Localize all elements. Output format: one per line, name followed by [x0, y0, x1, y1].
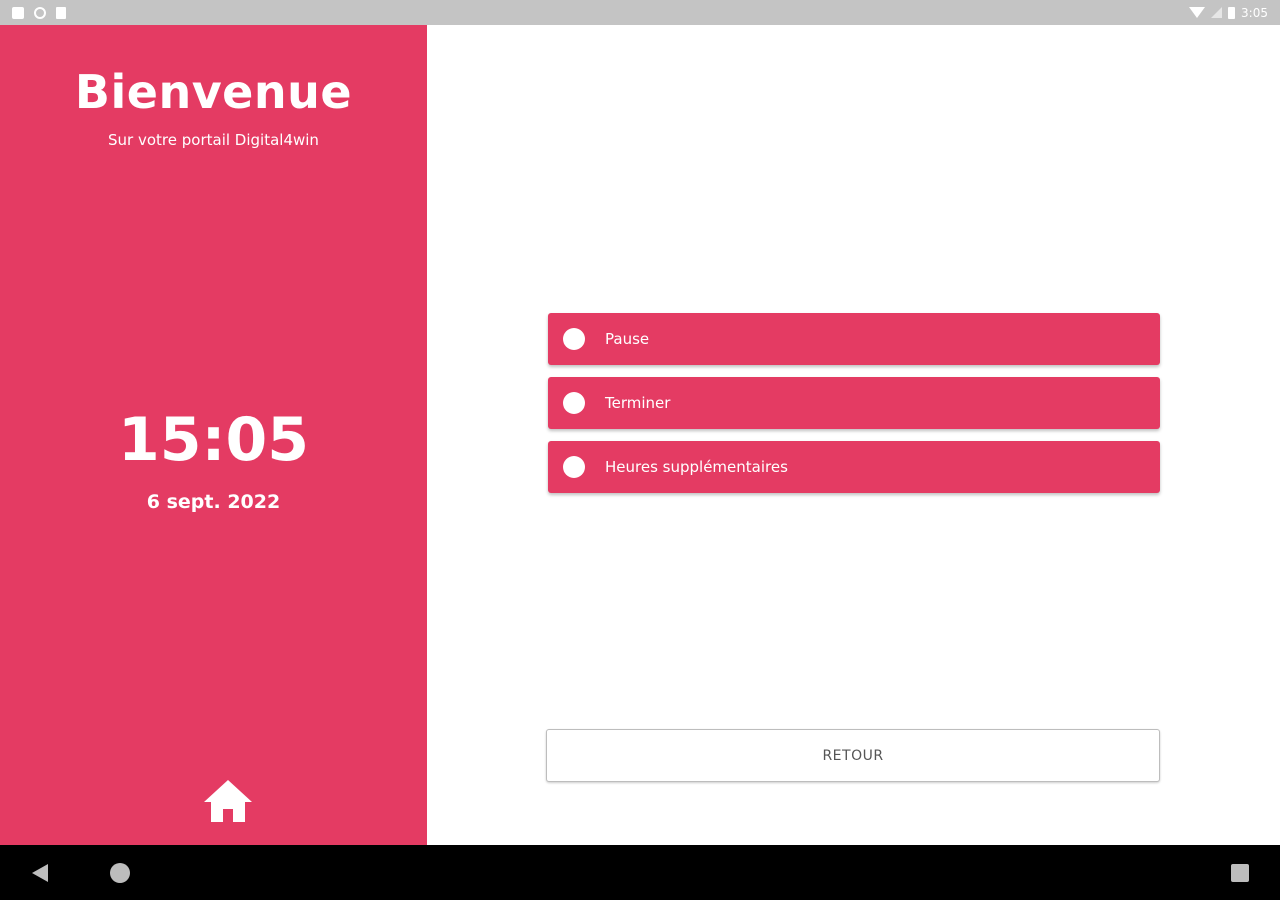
home-icon — [204, 780, 252, 822]
option-terminer[interactable]: Terminer — [548, 377, 1160, 429]
notification-circle-icon — [34, 6, 46, 19]
welcome-subtitle: Sur votre portail Digital4win — [108, 131, 319, 149]
home-button[interactable] — [202, 777, 254, 825]
navigation-bar — [0, 845, 1280, 900]
status-time: 3:05 — [1241, 5, 1268, 20]
radio-circle-icon — [563, 456, 585, 478]
back-icon[interactable] — [32, 864, 48, 882]
option-label: Pause — [605, 330, 650, 348]
status-bar: 3:05 — [0, 0, 1280, 25]
wifi-icon — [1189, 7, 1206, 18]
option-pause[interactable]: Pause — [548, 313, 1160, 365]
radio-circle-icon — [563, 328, 585, 350]
battery-icon — [1228, 6, 1236, 19]
welcome-panel: Bienvenue Sur votre portail Digital4win … — [0, 25, 427, 845]
date-display: 6 sept. 2022 — [146, 491, 281, 513]
retour-button[interactable]: RETOUR — [546, 729, 1160, 782]
signal-icon — [1211, 7, 1223, 18]
notification-sd-card-icon — [56, 6, 66, 19]
clock-display: 15:05 — [118, 405, 309, 475]
option-heures-supplementaires[interactable]: Heures supplémentaires — [548, 441, 1160, 493]
welcome-title: Bienvenue — [74, 65, 353, 119]
radio-circle-icon — [563, 392, 585, 414]
option-label: Heures supplémentaires — [605, 458, 788, 476]
home-circle-icon[interactable] — [110, 863, 130, 883]
option-label: Terminer — [605, 394, 671, 412]
recent-apps-icon[interactable] — [1231, 864, 1249, 882]
notification-app-icon — [12, 6, 24, 19]
status-system: 3:05 — [1189, 6, 1268, 20]
status-notifications — [12, 6, 66, 19]
